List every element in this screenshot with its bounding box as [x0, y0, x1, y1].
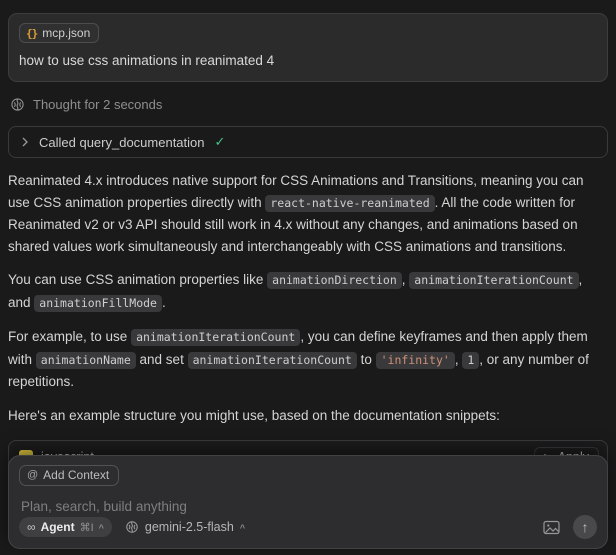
tool-call-row[interactable]: Called query_documentation ✓	[8, 126, 608, 158]
thought-label: Thought for 2 seconds	[33, 97, 162, 112]
tool-call-label: Called query_documentation	[39, 135, 205, 150]
chevron-up-icon: ^	[99, 523, 104, 533]
inline-code-chip: 'infinity'	[376, 352, 455, 369]
inline-code-chip: 1	[462, 352, 479, 369]
assistant-answer: Reanimated 4.x introduces native support…	[8, 170, 608, 426]
answer-paragraph: Reanimated 4.x introduces native support…	[8, 170, 608, 257]
agent-shortcut: ⌘I	[80, 521, 94, 534]
context-file-chip[interactable]: {} mcp.json	[19, 23, 99, 43]
agent-mode-label: Agent	[41, 520, 75, 534]
brain-icon	[10, 97, 25, 112]
text-run: For example, to use	[8, 329, 131, 344]
user-message-card[interactable]: {} mcp.json how to use css animations in…	[8, 13, 608, 82]
inline-code-chip: animationIterationCount	[188, 352, 357, 369]
answer-paragraph: For example, to use animationIterationCo…	[8, 326, 608, 393]
text-run: to	[357, 352, 376, 367]
success-check-icon: ✓	[215, 134, 226, 150]
inline-code-chip: animationIterationCount	[131, 329, 300, 346]
inline-code-chip: animationIterationCount	[409, 272, 578, 289]
inline-code-chip: animationDirection	[267, 272, 402, 289]
add-context-button[interactable]: @ Add Context	[19, 465, 119, 486]
attach-image-button[interactable]	[543, 520, 560, 535]
text-run: You can use CSS animation properties lik…	[8, 272, 267, 287]
at-icon: @	[27, 469, 38, 481]
composer-toolbar: ∞ Agent ⌘I ^ gemini-2.5-flash ^	[19, 515, 597, 539]
text-run: .	[162, 295, 166, 310]
chat-panel: { "user_message": { "file_chip": { "icon…	[0, 0, 616, 555]
model-name: gemini-2.5-flash	[145, 520, 234, 534]
infinity-icon: ∞	[27, 520, 36, 534]
thought-summary[interactable]: Thought for 2 seconds	[10, 97, 606, 112]
inline-code-chip: react-native-reanimated	[265, 195, 434, 212]
chevron-up-icon: ^	[240, 523, 245, 533]
prompt-input[interactable]: Plan, search, build anything	[21, 499, 597, 514]
model-selector[interactable]: gemini-2.5-flash ^	[125, 520, 245, 534]
model-brain-icon	[125, 520, 139, 534]
context-file-name: mcp.json	[42, 26, 90, 40]
inline-code-chip: animationName	[36, 352, 136, 369]
answer-paragraph: You can use CSS animation properties lik…	[8, 269, 608, 314]
text-run: and set	[136, 352, 188, 367]
text-run: Here's an example structure you might us…	[8, 408, 500, 423]
agent-mode-selector[interactable]: ∞ Agent ⌘I ^	[19, 517, 112, 537]
json-file-icon: {}	[26, 27, 37, 40]
composer[interactable]: @ Add Context Plan, search, build anythi…	[8, 455, 608, 549]
arrow-up-icon: ↑	[582, 519, 589, 535]
inline-code-chip: animationFillMode	[34, 295, 162, 312]
add-context-label: Add Context	[43, 468, 109, 482]
user-message-text: how to use css animations in reanimated …	[19, 53, 597, 68]
send-button[interactable]: ↑	[573, 515, 597, 539]
chevron-right-icon	[21, 137, 29, 147]
answer-paragraph: Here's an example structure you might us…	[8, 405, 608, 427]
